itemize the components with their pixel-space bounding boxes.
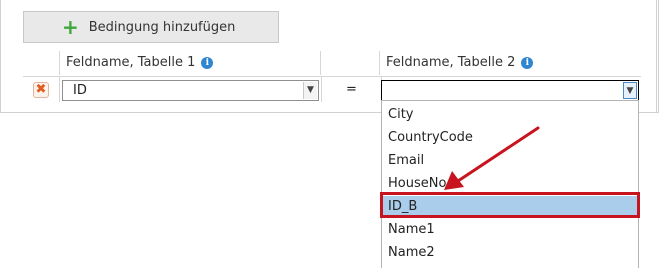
annotation-arrow — [444, 126, 540, 190]
